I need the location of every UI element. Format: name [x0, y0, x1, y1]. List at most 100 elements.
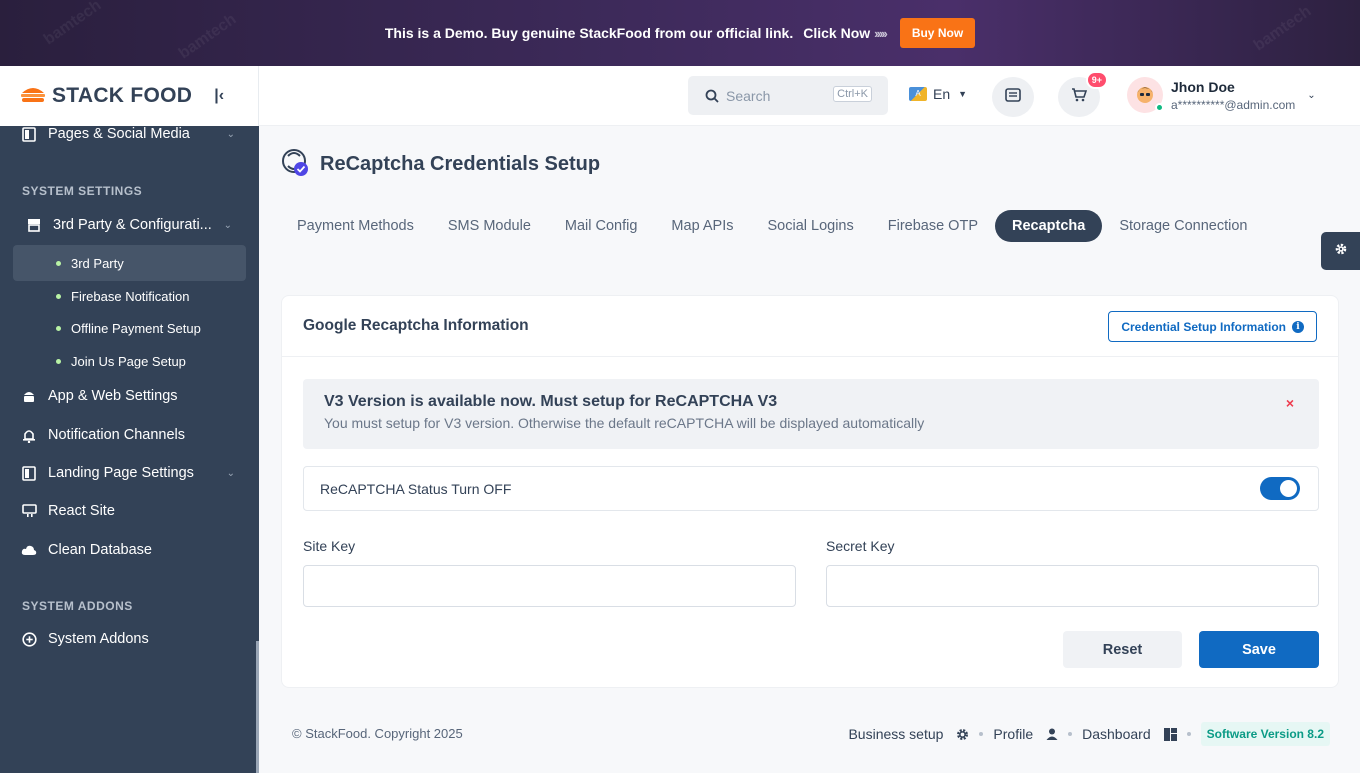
sidebar-subitem-offline-payment[interactable]: Offline Payment Setup — [13, 310, 246, 346]
gear-icon — [1334, 242, 1348, 261]
recaptcha-status-row: ReCAPTCHA Status Turn OFF — [303, 466, 1319, 511]
site-key-input[interactable] — [303, 565, 796, 607]
recaptcha-status-toggle[interactable] — [1260, 477, 1300, 500]
pages-icon — [21, 126, 37, 142]
search-icon — [705, 89, 719, 103]
brand-logo[interactable]: STACK FOOD — [52, 84, 192, 108]
info-icon: i — [1292, 320, 1304, 333]
chevron-down-icon: ⌄ — [226, 467, 235, 479]
cart-button[interactable]: 9+ — [1058, 71, 1108, 117]
footer-link-business-setup[interactable]: Business setup — [848, 726, 969, 742]
bell-icon — [21, 427, 37, 443]
burger-logo-icon — [20, 85, 46, 108]
tab-sms-module[interactable]: SMS Module — [431, 210, 548, 242]
save-button[interactable]: Save — [1199, 631, 1319, 668]
language-label: En — [933, 86, 951, 102]
tab-social-logins[interactable]: Social Logins — [750, 210, 870, 242]
toggle-knob — [1280, 480, 1297, 497]
sidebar-scrollbar[interactable] — [256, 641, 259, 773]
sidebar-item-system-addons[interactable]: System Addons — [0, 630, 259, 648]
sidebar-subitem-join-us[interactable]: Join Us Page Setup — [13, 343, 246, 379]
recaptcha-card: Google Recaptcha Information Credential … — [281, 295, 1339, 688]
footer-link-profile[interactable]: Profile — [993, 726, 1058, 742]
demo-banner: bamtech bamtech bamtech This is a Demo. … — [0, 0, 1360, 66]
user-email: a**********@admin.com — [1171, 97, 1296, 112]
watermark: bamtech — [40, 0, 105, 49]
sidebar-item-label: Pages & Social Media — [48, 126, 190, 142]
bullet-dot — [56, 260, 61, 266]
messages-button[interactable] — [992, 77, 1034, 117]
sidebar-item-label: React Site — [48, 503, 115, 519]
footer-link-label: Profile — [993, 726, 1034, 742]
settings-fab-button[interactable] — [1321, 232, 1360, 270]
sidebar-item-app-web-settings[interactable]: App & Web Settings — [0, 387, 259, 405]
bullet-dot — [56, 293, 61, 299]
tab-storage-connection[interactable]: Storage Connection — [1102, 210, 1264, 242]
sidebar-item-clean-database[interactable]: Clean Database — [0, 541, 259, 559]
sidebar-subitem-label: Offline Payment Setup — [71, 320, 201, 336]
sidebar-item-3rd-party-config[interactable]: 3rd Party & Configurati... ⌄ — [0, 216, 259, 234]
sidebar-item-pages-social[interactable]: Pages & Social Media ⌄ — [0, 125, 259, 143]
section-title-system-addons: SYSTEM ADDONS — [22, 599, 133, 613]
section-title-system-settings: SYSTEM SETTINGS — [22, 184, 143, 198]
page-icon — [21, 465, 37, 481]
info-button-label: Credential Setup Information — [1121, 319, 1286, 334]
tab-payment-methods[interactable]: Payment Methods — [280, 210, 431, 242]
android-icon — [21, 388, 37, 404]
gear-icon — [956, 728, 969, 741]
sidebar-subitem-firebase-notification[interactable]: Firebase Notification — [13, 278, 246, 314]
banner-message: This is a Demo. Buy genuine StackFood fr… — [384, 25, 794, 41]
card-header: Google Recaptcha Information Credential … — [282, 296, 1338, 357]
chevron-down-icon: ⌄ — [226, 128, 235, 140]
chevron-down-icon: ⌄ — [223, 219, 232, 231]
cart-icon — [1071, 87, 1088, 107]
store-icon — [26, 217, 42, 233]
sidebar-item-landing-page-settings[interactable]: Landing Page Settings ⌄ — [0, 464, 259, 482]
close-icon[interactable]: × — [1286, 395, 1294, 411]
footer-link-label: Dashboard — [1082, 726, 1151, 742]
tab-map-apis[interactable]: Map APIs — [654, 210, 750, 242]
click-now-link[interactable]: Click Now — [803, 25, 870, 41]
sidebar-item-label: Notification Channels — [48, 427, 186, 443]
page-title-row: ReCaptcha Credentials Setup — [280, 146, 600, 183]
sidebar-item-notification-channels[interactable]: Notification Channels — [0, 426, 259, 444]
v3-alert: V3 Version is available now. Must setup … — [303, 379, 1319, 449]
collapse-left-icon[interactable]: |‹ — [214, 87, 224, 105]
tab-mail-config[interactable]: Mail Config — [548, 210, 655, 242]
chevron-down-icon: ▼ — [958, 89, 968, 99]
reset-button[interactable]: Reset — [1063, 631, 1182, 668]
tab-recaptcha[interactable]: Recaptcha — [994, 210, 1103, 242]
credential-setup-info-button[interactable]: Credential Setup Information i — [1108, 311, 1317, 342]
sidebar-item-react-site[interactable]: React Site — [0, 502, 259, 520]
search-box[interactable]: Search Ctrl+K — [688, 76, 888, 115]
card-title: Google Recaptcha Information — [303, 317, 529, 334]
translate-icon: A — [909, 87, 927, 101]
sidebar-subitem-3rd-party[interactable]: 3rd Party — [13, 245, 246, 281]
tab-firebase-otp[interactable]: Firebase OTP — [871, 210, 995, 242]
user-menu[interactable]: Jhon Doe a**********@admin.com ⌄ — [1127, 77, 1316, 113]
language-selector[interactable]: A En ▼ — [909, 86, 967, 102]
footer-link-dashboard[interactable]: Dashboard — [1082, 726, 1177, 742]
chevron-down-icon: ⌄ — [1307, 89, 1316, 101]
sidebar-subitem-label: Join Us Page Setup — [71, 353, 186, 369]
search-placeholder: Search — [726, 87, 771, 104]
user-avatar-icon — [1137, 87, 1153, 103]
user-name: Jhon Doe — [1171, 78, 1235, 95]
status-label: ReCAPTCHA Status Turn OFF — [320, 480, 512, 497]
search-shortcut: Ctrl+K — [833, 86, 872, 102]
sidebar-item-label: Landing Page Settings — [48, 465, 194, 481]
avatar — [1127, 77, 1164, 113]
cloud-icon — [21, 542, 37, 558]
secret-key-input[interactable] — [826, 565, 1319, 607]
arrows-icon: ››››› — [874, 25, 888, 41]
sidebar-subitem-label: Firebase Notification — [71, 288, 190, 304]
message-icon — [1005, 87, 1021, 107]
secret-key-label: Secret Key — [826, 538, 895, 554]
buy-now-button[interactable]: Buy Now — [899, 18, 976, 48]
footer-link-label: Business setup — [848, 726, 944, 742]
sidebar-item-label: App & Web Settings — [48, 388, 178, 404]
sidebar-item-label: System Addons — [48, 631, 149, 647]
settings-tabs: Payment Methods SMS Module Mail Config M… — [280, 210, 1265, 242]
watermark: bamtech — [1250, 2, 1315, 55]
sidebar-item-label: Clean Database — [48, 542, 152, 558]
